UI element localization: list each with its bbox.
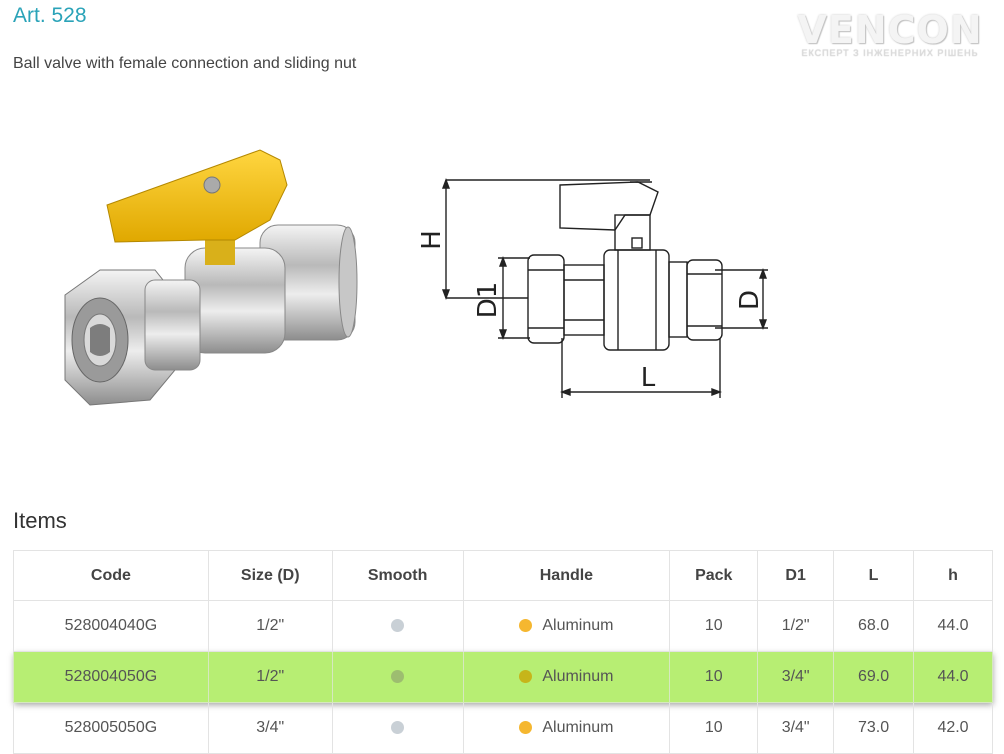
handle-material: Aluminum [542, 617, 614, 634]
handle-material: Aluminum [542, 668, 614, 685]
cell-handle: Aluminum [462, 702, 671, 754]
drawing-label-d1: D1 [473, 282, 503, 319]
smooth-indicator-dot [391, 619, 405, 633]
cell-l: 73.0 [833, 702, 915, 754]
table-header-row: Code Size (D) Smooth Handle Pack D1 L h [13, 550, 993, 601]
handle-material: Aluminum [542, 719, 614, 736]
column-header-d1[interactable]: D1 [757, 550, 835, 601]
cell-pack: 10 [669, 651, 759, 703]
column-header-h[interactable]: h [913, 550, 993, 601]
column-header-handle[interactable]: Handle [462, 550, 671, 601]
column-header-code[interactable]: Code [13, 550, 209, 601]
cell-pack: 10 [669, 600, 759, 652]
cell-d1: 1/2" [757, 600, 835, 652]
column-header-size[interactable]: Size (D) [207, 550, 333, 601]
cell-h: 44.0 [913, 651, 993, 703]
cell-l: 68.0 [833, 600, 915, 652]
cell-h: 42.0 [913, 702, 993, 754]
product-title: Art. 528 [13, 4, 87, 27]
drawing-label-l: L [641, 363, 656, 393]
cell-handle: Aluminum [462, 600, 671, 652]
items-heading: Items [13, 508, 67, 533]
cell-h: 44.0 [913, 600, 993, 652]
cell-d1: 3/4" [757, 702, 835, 754]
cell-l: 69.0 [833, 651, 915, 703]
items-table: Code Size (D) Smooth Handle Pack D1 L h … [13, 550, 993, 754]
logo-tagline: ЕКСПЕРТ З ІНЖЕНЕРНИХ РІШЕНЬ [801, 48, 979, 58]
cell-size: 1/2" [207, 600, 333, 652]
drawing-label-d: D [735, 290, 765, 310]
drawing-label-h: H [417, 230, 447, 250]
cell-smooth [331, 651, 464, 703]
valve-technical-drawing: H D1 D L [417, 178, 768, 398]
table-row[interactable]: 528004040G 1/2" Aluminum 10 1/2" 68.0 44… [13, 600, 993, 652]
table-row[interactable]: 528004050G 1/2" Aluminum 10 3/4" 69.0 44… [13, 651, 993, 703]
cell-code: 528004050G [13, 651, 209, 703]
table-row[interactable]: 528005050G 3/4" Aluminum 10 3/4" 73.0 42… [13, 702, 993, 754]
cell-pack: 10 [669, 702, 759, 754]
cell-smooth [331, 702, 464, 754]
cell-code: 528005050G [13, 702, 209, 754]
cell-size: 1/2" [207, 651, 333, 703]
valve-photo [64, 149, 358, 406]
smooth-indicator-dot [391, 721, 405, 735]
cell-code: 528004040G [13, 600, 209, 652]
logo-name: VENCON [797, 8, 983, 52]
cell-d1: 3/4" [757, 651, 835, 703]
cell-smooth [331, 600, 464, 652]
column-header-pack[interactable]: Pack [669, 550, 759, 601]
cell-size: 3/4" [207, 702, 333, 754]
vencon-logo[interactable]: VENCON ЕКСПЕРТ З ІНЖЕНЕРНИХ РІШЕНЬ [795, 10, 985, 65]
smooth-indicator-dot [391, 670, 405, 684]
handle-color-dot [519, 721, 533, 735]
product-subtitle: Ball valve with female connection and sl… [13, 55, 357, 72]
column-header-l[interactable]: L [833, 550, 915, 601]
column-header-smooth[interactable]: Smooth [331, 550, 464, 601]
handle-color-dot [519, 670, 533, 684]
cell-handle: Aluminum [462, 651, 671, 703]
handle-color-dot [519, 619, 533, 633]
